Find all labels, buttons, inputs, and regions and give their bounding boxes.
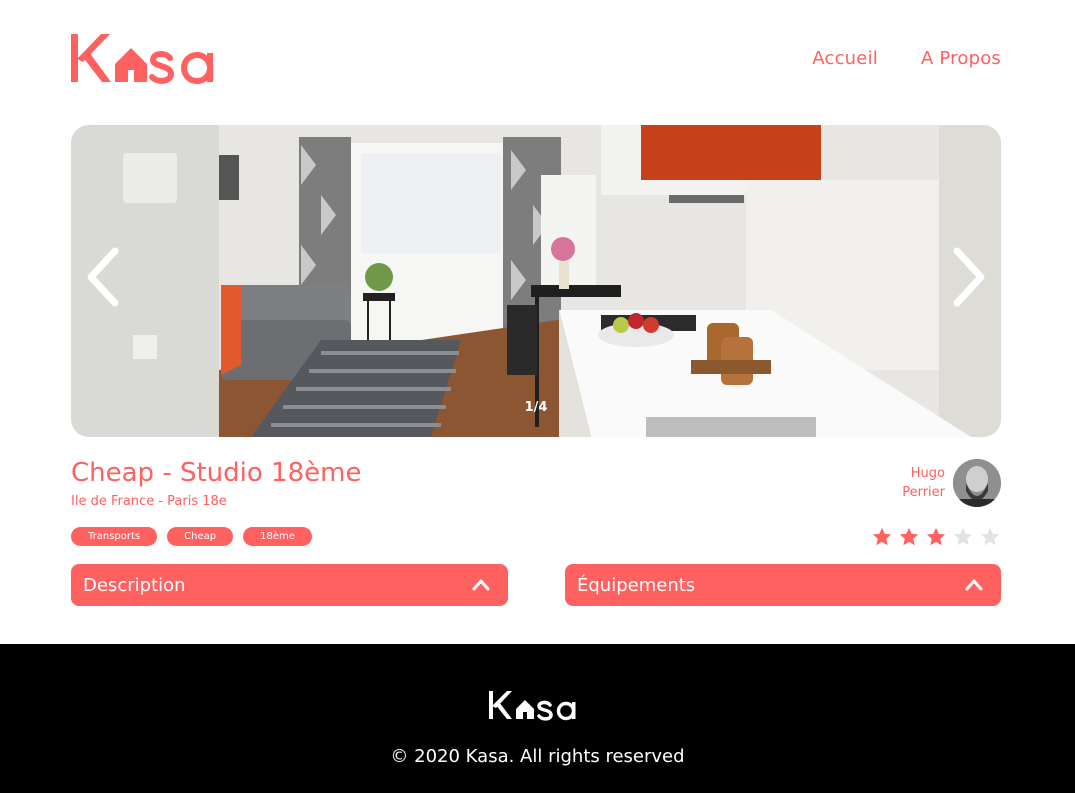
carousel-prev-button[interactable] xyxy=(83,245,123,313)
chevron-right-icon xyxy=(953,247,985,307)
listing-title: Cheap - Studio 18ème xyxy=(71,458,362,488)
star-filled-icon xyxy=(926,527,946,546)
tag-item: Transports xyxy=(71,527,158,546)
description-collapse[interactable]: Description xyxy=(71,564,508,606)
nav-about-link[interactable]: A Propos xyxy=(921,48,1001,69)
star-filled-icon xyxy=(899,527,919,546)
chevron-up-icon xyxy=(965,579,983,591)
nav-home-link[interactable]: Accueil xyxy=(812,48,878,69)
footer-kasa-logo xyxy=(489,688,585,726)
host-avatar xyxy=(953,459,1001,507)
equipment-collapse[interactable]: Équipements xyxy=(565,564,1001,606)
host-name: Hugo Perrier xyxy=(902,464,945,502)
site-header: Accueil A Propos xyxy=(71,28,1001,88)
rating-stars xyxy=(871,526,1001,548)
site-footer: © 2020 Kasa. All rights reserved xyxy=(0,644,1075,793)
footer-copyright: © 2020 Kasa. All rights reserved xyxy=(390,746,685,767)
chevron-left-icon xyxy=(87,247,119,307)
star-filled-icon xyxy=(872,527,892,546)
chevron-up-icon xyxy=(472,579,490,591)
tag-item: Cheap xyxy=(167,527,234,546)
tag-list: Transports Cheap 18ème xyxy=(71,527,312,546)
description-collapse-title: Description xyxy=(83,575,186,596)
carousel-counter: 1/4 xyxy=(524,400,548,415)
image-carousel: 1/4 xyxy=(71,125,1001,437)
equipment-collapse-title: Équipements xyxy=(577,575,696,596)
host-first-name: Hugo xyxy=(910,466,945,481)
star-empty-icon xyxy=(953,527,973,546)
host-info: Hugo Perrier xyxy=(902,459,1001,507)
star-empty-icon xyxy=(980,527,1000,546)
listing-photo xyxy=(71,125,1001,437)
tag-item: 18ème xyxy=(243,527,312,546)
host-last-name: Perrier xyxy=(902,485,945,500)
main-nav: Accueil A Propos xyxy=(812,48,1001,69)
carousel-next-button[interactable] xyxy=(949,245,989,313)
kasa-logo[interactable] xyxy=(71,28,231,88)
listing-location: Ile de France - Paris 18e xyxy=(71,494,227,509)
